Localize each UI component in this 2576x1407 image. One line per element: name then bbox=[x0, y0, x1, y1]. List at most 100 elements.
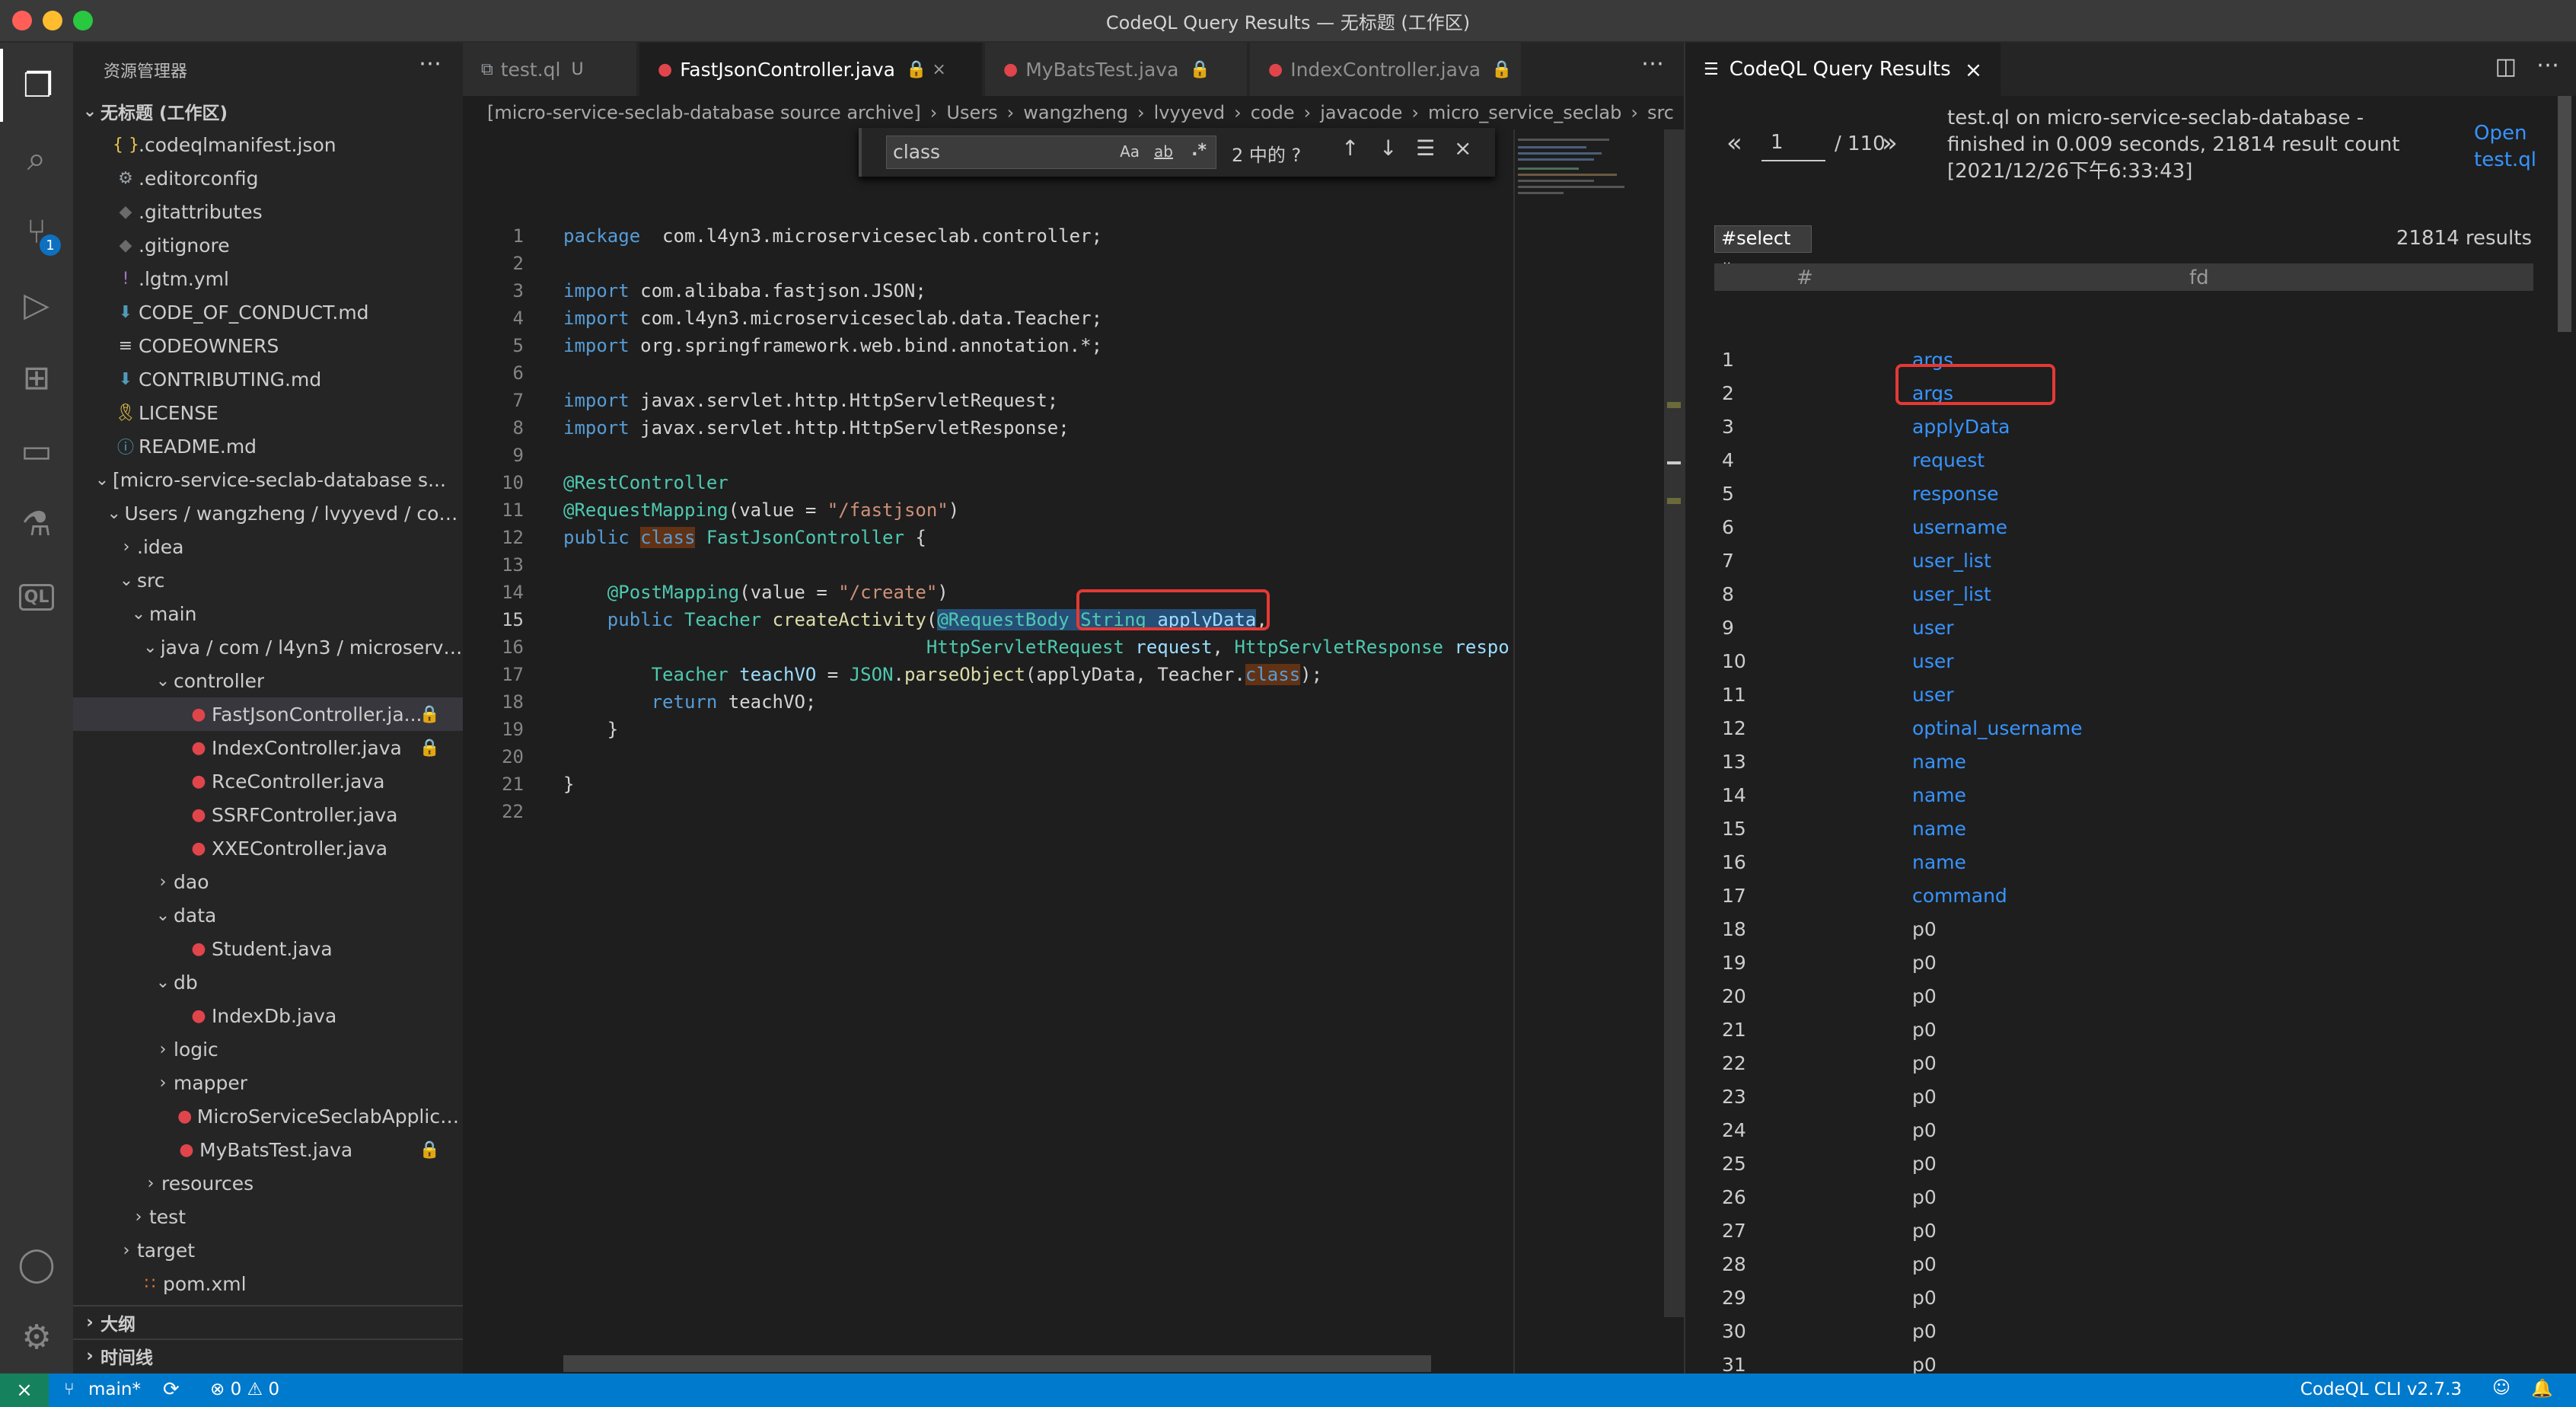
tree-file[interactable]: ● MicroServiceSeclabApplicat... bbox=[73, 1099, 463, 1133]
next-page-icon[interactable]: » bbox=[1882, 128, 1898, 158]
table-row[interactable]: 27 p0 bbox=[1714, 1214, 2533, 1247]
code-line[interactable]: } bbox=[563, 774, 574, 795]
breadcrumb-item[interactable]: micro_service_seclab bbox=[1428, 102, 1621, 123]
tree-folder[interactable]: ⌄ java / com / l4yn3 / microservic... bbox=[73, 630, 463, 664]
minimap[interactable] bbox=[1513, 129, 1666, 1374]
explorer-icon[interactable]: ❐ bbox=[0, 49, 73, 122]
tree-folder[interactable]: › target bbox=[73, 1233, 463, 1267]
codeql-icon[interactable]: QL bbox=[0, 560, 73, 633]
code-line[interactable]: import org.springframework.web.bind.anno… bbox=[563, 335, 1102, 356]
tree-file[interactable]: ● FastJsonController.ja... 🔒 bbox=[73, 697, 463, 731]
tree-folder[interactable]: › test bbox=[73, 1200, 463, 1233]
split-editor-icon[interactable]: ◫ bbox=[2495, 53, 2517, 80]
code-line[interactable]: import javax.servlet.http.HttpServletReq… bbox=[563, 390, 1058, 411]
result-link[interactable]: user bbox=[1912, 684, 1954, 706]
code-line[interactable]: return teachVO; bbox=[563, 691, 817, 713]
code-line[interactable]: Teacher teachVO = JSON.parseObject(apply… bbox=[563, 664, 1322, 685]
tabs-more-icon[interactable]: ⋯ bbox=[1641, 50, 1664, 77]
result-link[interactable]: request bbox=[1912, 449, 1985, 471]
branch-name[interactable]: main* bbox=[88, 1380, 141, 1399]
tree-file[interactable]: ∷ pom.xml bbox=[73, 1267, 463, 1300]
table-row[interactable]: 11 user bbox=[1714, 678, 2533, 711]
tree-folder[interactable]: ⌄ controller bbox=[73, 664, 463, 697]
code-line[interactable]: } bbox=[563, 719, 618, 740]
testing-icon[interactable]: ⚗ bbox=[0, 487, 73, 560]
tree-file[interactable]: ⓘ README.md bbox=[73, 429, 463, 463]
table-row[interactable]: 9 user bbox=[1714, 611, 2533, 644]
table-row[interactable]: 24 p0 bbox=[1714, 1113, 2533, 1147]
editor-vertical-scrollbar[interactable] bbox=[1664, 129, 1684, 1317]
remote-indicator-icon[interactable]: ⨯ bbox=[0, 1374, 49, 1407]
table-row[interactable]: 23 p0 bbox=[1714, 1080, 2533, 1113]
table-row[interactable]: 1 args bbox=[1714, 343, 2533, 376]
next-match-icon[interactable]: ↓ bbox=[1379, 136, 1397, 161]
tree-file[interactable]: ● IndexDb.java bbox=[73, 999, 463, 1032]
breadcrumb-item[interactable]: lvyyevd bbox=[1154, 102, 1225, 123]
table-row[interactable]: 21 p0 bbox=[1714, 1013, 2533, 1046]
problems-indicator[interactable]: ⊗ 0 ⚠ 0 bbox=[210, 1380, 279, 1399]
tree-folder[interactable]: ⌄ src bbox=[73, 563, 463, 597]
tree-folder[interactable]: › logic bbox=[73, 1032, 463, 1066]
code-line[interactable]: import com.alibaba.fastjson.JSON; bbox=[563, 280, 926, 302]
table-row[interactable]: 28 p0 bbox=[1714, 1247, 2533, 1281]
timeline-section[interactable]: › 时间线 bbox=[73, 1338, 463, 1372]
table-row[interactable]: 18 p0 bbox=[1714, 912, 2533, 946]
editor-tab[interactable]: ● FastJsonController.java 🔒 × bbox=[639, 43, 984, 96]
tree-file[interactable]: ⬇ CONTRIBUTING.md bbox=[73, 362, 463, 396]
tree-folder[interactable]: › mapper bbox=[73, 1066, 463, 1099]
tree-file[interactable]: ● RceController.java bbox=[73, 764, 463, 798]
more-actions-icon[interactable]: ⋯ bbox=[419, 50, 442, 77]
find-input[interactable]: class Aa ab .* bbox=[886, 136, 1216, 169]
tree-folder[interactable]: › .idea bbox=[73, 530, 463, 563]
tree-file[interactable]: ≡ CODEOWNERS bbox=[73, 329, 463, 362]
find-in-selection-icon[interactable]: ☰ bbox=[1416, 136, 1435, 161]
editor-tab[interactable]: ● IndexController.java 🔒 bbox=[1250, 43, 1522, 96]
tree-folder[interactable]: › dao bbox=[73, 865, 463, 898]
table-row[interactable]: 16 name bbox=[1714, 845, 2533, 879]
whole-word-toggle[interactable]: ab bbox=[1154, 142, 1173, 161]
open-query-link[interactable]: Open test.ql bbox=[2474, 120, 2558, 174]
result-link[interactable]: command bbox=[1912, 885, 2007, 907]
table-row[interactable]: 29 p0 bbox=[1714, 1281, 2533, 1314]
results-scrollbar[interactable] bbox=[2558, 96, 2571, 332]
breadcrumb-item[interactable]: src bbox=[1647, 102, 1674, 123]
close-tab-icon[interactable]: × bbox=[1965, 57, 1982, 82]
table-row[interactable]: 20 p0 bbox=[1714, 979, 2533, 1013]
tree-folder[interactable]: ⌄ [micro-service-seclab-database s... bbox=[73, 463, 463, 496]
breadcrumb-item[interactable]: [micro-service-seclab-database source ar… bbox=[487, 102, 921, 123]
settings-gear-icon[interactable]: ⚙ bbox=[0, 1300, 73, 1374]
result-link[interactable]: applyData bbox=[1912, 416, 2010, 438]
result-link[interactable]: name bbox=[1912, 818, 1966, 840]
table-row[interactable]: 14 name bbox=[1714, 778, 2533, 812]
tree-file[interactable]: ◆ .gitignore bbox=[73, 228, 463, 262]
workspace-root[interactable]: ⌄ 无标题 (工作区) bbox=[73, 94, 463, 128]
result-link[interactable]: name bbox=[1912, 851, 1966, 873]
code-editor[interactable]: 1 package com.l4yn3.microserviceseclab.co… bbox=[463, 129, 1513, 1374]
tree-file[interactable]: ● MyBatsTest.java 🔒 bbox=[73, 1133, 463, 1166]
editor-tab[interactable]: ⧉ test.ql U bbox=[463, 43, 638, 96]
table-row[interactable]: 10 user bbox=[1714, 644, 2533, 678]
breadcrumb-item[interactable]: javacode bbox=[1320, 102, 1402, 123]
code-line[interactable]: @PostMapping(value = "/create") bbox=[563, 582, 948, 603]
table-row[interactable]: 6 username bbox=[1714, 510, 2533, 544]
breadcrumb-item[interactable]: code bbox=[1251, 102, 1295, 123]
extensions-icon[interactable]: ⊞ bbox=[0, 341, 73, 414]
code-line[interactable]: HttpServletRequest request, HttpServletR… bbox=[563, 636, 1510, 658]
notifications-bell-icon[interactable]: 🔔 bbox=[2531, 1378, 2553, 1399]
editor-tab[interactable]: ● MyBatsTest.java 🔒 bbox=[985, 43, 1248, 96]
result-link[interactable]: optinal_username bbox=[1912, 717, 2083, 739]
search-icon[interactable]: ⌕ bbox=[0, 122, 73, 195]
result-link[interactable]: response bbox=[1912, 483, 1999, 505]
page-number-input[interactable]: 1 bbox=[1761, 131, 1825, 161]
table-row[interactable]: 15 name bbox=[1714, 812, 2533, 845]
source-control-icon[interactable]: ⑂ 1 bbox=[0, 195, 73, 268]
tree-file[interactable]: ⚙ .editorconfig bbox=[73, 161, 463, 195]
tree-file[interactable]: ⬇ CODE_OF_CONDUCT.md bbox=[73, 295, 463, 329]
table-row[interactable]: 2 args bbox=[1714, 376, 2533, 410]
regex-toggle[interactable]: .* bbox=[1191, 141, 1207, 160]
code-line[interactable]: @RequestMapping(value = "/fastjson") bbox=[563, 499, 959, 521]
result-link[interactable]: user_list bbox=[1912, 550, 1991, 572]
results-tab[interactable]: ☰ CodeQL Query Results × bbox=[1685, 43, 2001, 96]
tree-folder[interactable]: ⌄ Users / wangzheng / lvyyevd / cod... bbox=[73, 496, 463, 530]
sync-icon[interactable]: ⟳ bbox=[163, 1378, 180, 1401]
